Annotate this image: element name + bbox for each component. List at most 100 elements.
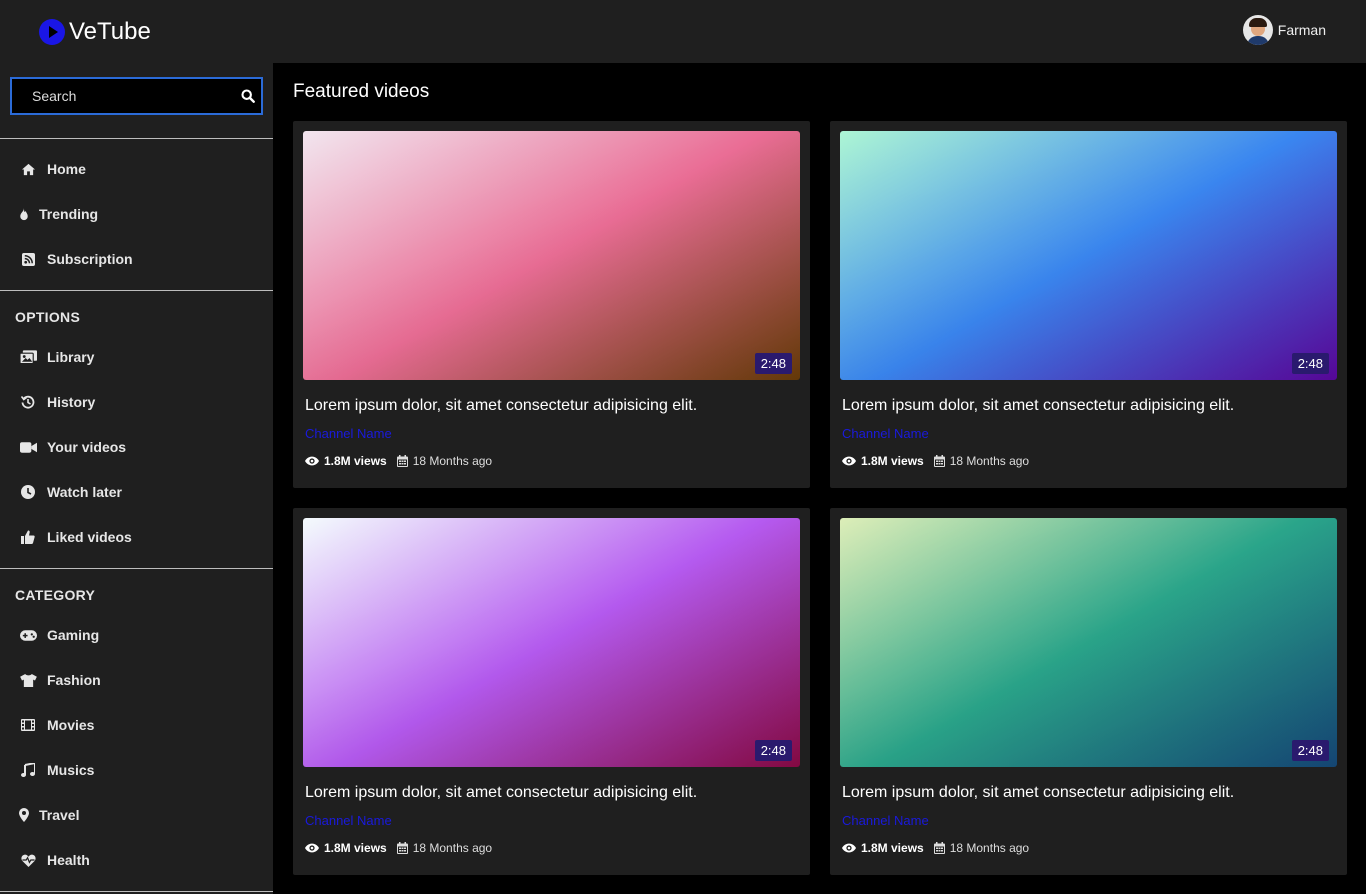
view-count: 1.8M views xyxy=(324,841,387,855)
video-card[interactable]: 2:48 Lorem ipsum dolor, sit amet consect… xyxy=(830,121,1347,488)
section-title-category: CATEGORY xyxy=(15,587,96,603)
sidebar-item-gaming[interactable]: Gaming xyxy=(19,625,99,645)
sidebar-item-musics[interactable]: Musics xyxy=(19,760,94,780)
sidebar-item-travel[interactable]: Travel xyxy=(19,805,79,825)
search-box[interactable] xyxy=(10,77,263,115)
search-icon[interactable] xyxy=(241,89,255,103)
duration-badge: 2:48 xyxy=(1291,353,1329,374)
channel-link[interactable]: Channel Name xyxy=(842,813,929,828)
video-thumbnail[interactable]: 2:48 xyxy=(840,131,1337,380)
calendar-icon xyxy=(933,455,945,467)
sidebar-item-label: Gaming xyxy=(47,627,100,643)
divider xyxy=(0,138,273,139)
duration-badge: 2:48 xyxy=(754,353,792,374)
sidebar-item-label: Your videos xyxy=(47,439,127,455)
sidebar-item-subscription[interactable]: Subscription xyxy=(19,249,133,269)
library-icon xyxy=(19,349,37,365)
video-thumbnail[interactable]: 2:48 xyxy=(840,518,1337,767)
divider xyxy=(0,568,273,569)
thumbs-up-icon xyxy=(19,529,37,545)
eye-icon xyxy=(305,843,319,853)
view-count: 1.8M views xyxy=(861,841,924,855)
video-title[interactable]: Lorem ipsum dolor, sit amet consectetur … xyxy=(305,397,697,415)
eye-icon xyxy=(842,843,856,853)
logo[interactable]: VeTube xyxy=(39,18,151,46)
video-card[interactable]: 2:48 Lorem ipsum dolor, sit amet consect… xyxy=(830,508,1347,875)
sidebar-item-label: Trending xyxy=(39,206,99,222)
video-meta: 1.8M views 18 Months ago xyxy=(842,454,1029,468)
sidebar-item-your-videos[interactable]: Your videos xyxy=(19,437,126,457)
eye-icon xyxy=(305,456,319,466)
sidebar-item-label: History xyxy=(47,394,96,410)
sidebar-item-history[interactable]: History xyxy=(19,392,95,412)
sidebar-item-home[interactable]: Home xyxy=(19,159,86,179)
video-title[interactable]: Lorem ipsum dolor, sit amet consectetur … xyxy=(842,784,1234,802)
user-menu[interactable]: Farman xyxy=(1242,15,1326,45)
video-card[interactable]: 2:48 Lorem ipsum dolor, sit amet consect… xyxy=(293,121,810,488)
sidebar-item-label: Musics xyxy=(47,762,95,778)
upload-date: 18 Months ago xyxy=(949,841,1030,855)
video-meta: 1.8M views 18 Months ago xyxy=(305,841,492,855)
sidebar-item-label: Watch later xyxy=(47,484,122,500)
sidebar-item-movies[interactable]: Movies xyxy=(19,715,94,735)
upload-date: 18 Months ago xyxy=(412,454,493,468)
video-thumbnail[interactable]: 2:48 xyxy=(303,131,800,380)
duration-badge: 2:48 xyxy=(754,740,792,761)
music-icon xyxy=(19,762,37,778)
upload-date: 18 Months ago xyxy=(412,841,493,855)
rss-icon xyxy=(19,251,37,267)
channel-link[interactable]: Channel Name xyxy=(305,426,392,441)
sidebar-item-watch-later[interactable]: Watch later xyxy=(19,482,122,502)
video-meta: 1.8M views 18 Months ago xyxy=(842,841,1029,855)
sidebar-item-label: Library xyxy=(47,349,95,365)
map-marker-icon xyxy=(19,807,29,823)
sidebar-item-trending[interactable]: Trending xyxy=(19,204,98,224)
sidebar-item-label: Liked videos xyxy=(47,529,132,545)
video-title[interactable]: Lorem ipsum dolor, sit amet consectetur … xyxy=(842,397,1234,415)
divider xyxy=(0,290,273,291)
sidebar-item-label: Health xyxy=(47,852,90,868)
avatar[interactable] xyxy=(1242,15,1273,45)
user-name[interactable]: Farman xyxy=(1278,22,1326,38)
film-icon xyxy=(19,717,37,733)
sidebar-item-label: Travel xyxy=(39,807,80,823)
page-title: Featured videos xyxy=(293,81,430,102)
upload-date: 18 Months ago xyxy=(949,454,1030,468)
calendar-icon xyxy=(933,842,945,854)
tshirt-icon xyxy=(19,672,37,688)
video-camera-icon xyxy=(19,439,37,455)
app-name: VeTube xyxy=(69,18,151,45)
video-card[interactable]: 2:48 Lorem ipsum dolor, sit amet consect… xyxy=(293,508,810,875)
sidebar: Home Trending Subscription OPTIONS Libra… xyxy=(0,63,273,894)
section-title-options: OPTIONS xyxy=(15,309,81,325)
eye-icon xyxy=(842,456,856,466)
sidebar-item-health[interactable]: Health xyxy=(19,850,90,870)
calendar-icon xyxy=(396,455,408,467)
channel-link[interactable]: Channel Name xyxy=(305,813,392,828)
video-meta: 1.8M views 18 Months ago xyxy=(305,454,492,468)
video-thumbnail[interactable]: 2:48 xyxy=(303,518,800,767)
search-input[interactable] xyxy=(12,88,222,104)
sidebar-item-library[interactable]: Library xyxy=(19,347,94,367)
sidebar-item-liked-videos[interactable]: Liked videos xyxy=(19,527,132,547)
home-icon xyxy=(19,161,37,177)
gamepad-icon xyxy=(19,627,37,643)
sidebar-item-label: Fashion xyxy=(47,672,101,688)
sidebar-item-label: Home xyxy=(47,161,86,177)
sidebar-item-label: Subscription xyxy=(47,251,133,267)
channel-link[interactable]: Channel Name xyxy=(842,426,929,441)
clock-icon xyxy=(19,484,37,500)
view-count: 1.8M views xyxy=(324,454,387,468)
sidebar-item-label: Movies xyxy=(47,717,95,733)
top-bar: VeTube Farman xyxy=(0,0,1366,63)
duration-badge: 2:48 xyxy=(1291,740,1329,761)
sidebar-item-fashion[interactable]: Fashion xyxy=(19,670,101,690)
fire-icon xyxy=(19,206,29,222)
calendar-icon xyxy=(396,842,408,854)
play-logo-icon xyxy=(39,19,65,45)
divider xyxy=(0,891,273,892)
heartbeat-icon xyxy=(19,852,37,868)
history-icon xyxy=(19,394,37,410)
video-title[interactable]: Lorem ipsum dolor, sit amet consectetur … xyxy=(305,784,697,802)
view-count: 1.8M views xyxy=(861,454,924,468)
